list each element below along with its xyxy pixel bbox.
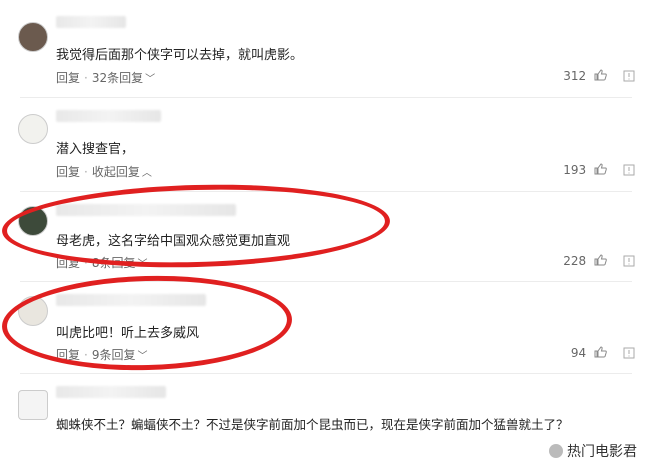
replies-toggle[interactable]: 收起回复 [92,163,140,180]
wechat-icon [549,444,563,458]
chevron-down-icon[interactable]: ﹀ [145,70,155,85]
watermark-text: 热门电影君 [567,444,637,460]
reply-button[interactable]: 回复 [56,69,80,86]
avatar[interactable] [18,114,48,144]
chevron-up-icon[interactable]: ︿ [142,164,152,179]
comment-text: 潜入搜查官， [56,142,135,157]
comment-text: 我觉得后面那个侠字可以去掉，就叫虎影。 [56,48,304,63]
comment-item: 潜入搜查官， 回复 · 收起回复 ︿ 193 [0,100,649,192]
separator: · [84,71,88,85]
report-icon[interactable] [623,164,635,176]
comment-item: 我觉得后面那个侠字可以去掉，就叫虎影。 回复 · 32条回复 ﹀ 312 [0,0,649,100]
thumbs-up-icon[interactable] [594,163,607,175]
comment-actions: 回复 · 收起回复 ︿ [56,163,152,180]
username-blurred[interactable] [56,386,166,398]
thumbs-up-icon[interactable] [594,69,607,81]
avatar[interactable] [18,390,48,420]
like-count-value: 94 [570,346,587,360]
comment-actions: 回复 · 32条回复 ﹀ [56,69,155,86]
like-count[interactable]: 312 [563,69,607,83]
like-count[interactable]: 193 [563,163,607,177]
reply-button[interactable]: 回复 [56,163,80,180]
like-count[interactable]: 228 [563,254,607,268]
report-icon[interactable] [623,70,635,82]
username-blurred[interactable] [56,16,126,28]
like-count-value: 193 [563,163,587,177]
like-count-value: 312 [563,69,587,83]
watermark: 热门电影君 [545,439,641,463]
avatar[interactable] [18,22,48,52]
like-count-value: 228 [563,254,587,268]
replies-toggle[interactable]: 32条回复 [92,69,143,86]
thumbs-up-icon[interactable] [594,254,607,266]
like-count[interactable]: 94 [571,346,607,360]
report-icon[interactable] [623,255,635,267]
separator: · [84,165,88,179]
comment-text: 蜘蛛侠不土？蝙蝠侠不土？不过是侠字前面加个昆虫而已，现在是侠字前面加个猛兽就土了… [56,417,569,432]
username-blurred[interactable] [56,110,161,122]
report-icon[interactable] [623,347,635,359]
divider [20,97,632,98]
thumbs-up-icon[interactable] [594,346,607,358]
